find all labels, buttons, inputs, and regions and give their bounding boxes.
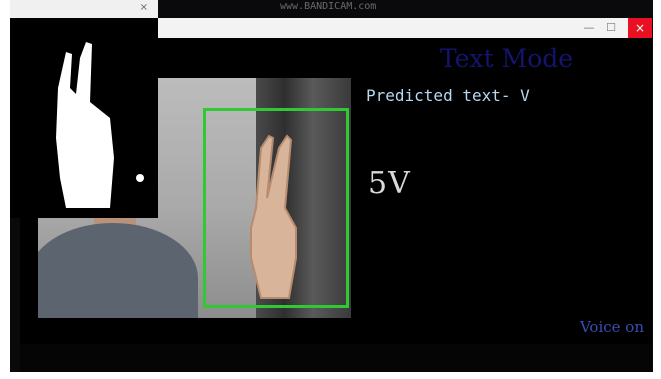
mask-titlebar: × — [10, 0, 158, 18]
person-body — [38, 223, 198, 318]
recognized-output: 5V — [368, 166, 411, 201]
console-output — [20, 344, 652, 372]
mask-noise-dot — [136, 174, 144, 182]
roi-box — [203, 108, 349, 308]
mask-close-button[interactable]: × — [140, 2, 148, 13]
maximize-button[interactable]: ☐ — [603, 20, 619, 36]
hand-mask-image — [10, 18, 158, 218]
voice-status: Voice on — [579, 318, 644, 336]
screen: www.BANDICAM.com — ☐ × Text Mode Predict… — [10, 0, 653, 372]
predicted-text: Predicted text- V — [366, 86, 530, 105]
mode-title: Text Mode — [440, 44, 574, 73]
minimize-button[interactable]: — — [581, 20, 597, 36]
recorder-watermark: www.BANDICAM.com — [280, 1, 377, 12]
main-window-titlebar: — ☐ × — [158, 18, 652, 38]
mask-window: × — [10, 0, 158, 218]
close-button[interactable]: × — [628, 18, 652, 38]
